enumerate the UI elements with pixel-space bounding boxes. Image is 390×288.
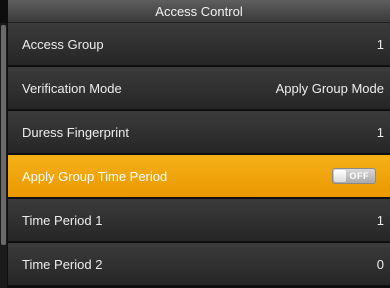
row-apply-group-time-period[interactable]: Apply Group Time Period OFF <box>8 155 390 198</box>
toggle-knob <box>334 170 346 182</box>
row-label: Access Group <box>22 36 104 52</box>
settings-list: Access Group 1 Verification Mode Apply G… <box>8 23 390 288</box>
row-duress-fingerprint[interactable]: Duress Fingerprint 1 <box>8 111 390 154</box>
toggle-state-label: OFF <box>349 171 369 181</box>
screen-title-bar: Access Control <box>8 0 390 23</box>
screen-title: Access Control <box>155 3 243 19</box>
row-label: Apply Group Time Period <box>22 168 168 184</box>
row-label: Time Period 1 <box>22 212 103 228</box>
access-control-screen: Access Control Access Group 1 Verificati… <box>0 0 390 288</box>
row-label: Duress Fingerprint <box>22 124 129 140</box>
row-label: Time Period 2 <box>22 256 103 272</box>
row-value: 1 <box>376 36 384 52</box>
row-value: 0 <box>376 256 384 272</box>
scrollbar-thumb[interactable] <box>1 25 6 245</box>
row-access-group[interactable]: Access Group 1 <box>8 23 390 66</box>
apply-group-time-period-toggle[interactable]: OFF <box>332 168 376 184</box>
row-value: 1 <box>376 212 384 228</box>
row-verification-mode[interactable]: Verification Mode Apply Group Mode <box>8 67 390 110</box>
row-label: Verification Mode <box>22 80 122 96</box>
row-time-period-2[interactable]: Time Period 2 0 <box>8 243 390 286</box>
row-value: 1 <box>376 124 384 140</box>
scrollbar[interactable] <box>0 23 7 288</box>
row-time-period-1[interactable]: Time Period 1 1 <box>8 199 390 242</box>
row-value: Apply Group Mode <box>275 80 384 96</box>
